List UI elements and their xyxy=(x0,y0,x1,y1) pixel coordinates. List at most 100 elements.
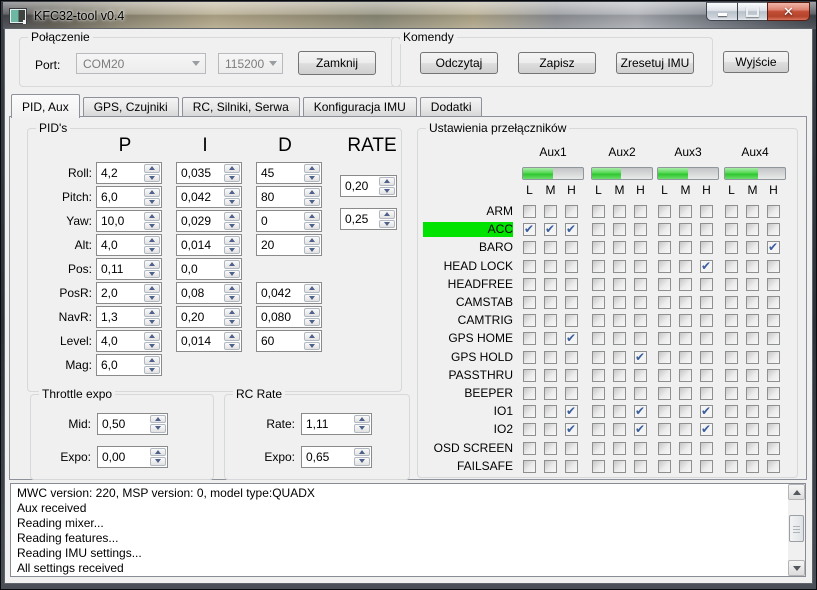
aux-checkbox-io2-aux2-h[interactable] xyxy=(634,423,647,436)
pid-pitch-i-spinner[interactable]: 0,042 xyxy=(176,186,242,208)
aux-checkbox-baro-aux1-l[interactable] xyxy=(523,241,536,254)
aux-checkbox-acc-aux4-m[interactable] xyxy=(746,223,759,236)
exit-button[interactable]: Wyjście xyxy=(723,51,789,73)
aux-checkbox-camstab-aux1-h[interactable] xyxy=(565,296,578,309)
throttle-mid-spinner-up-button[interactable] xyxy=(150,415,166,424)
throttle-expo-spinner[interactable]: 0,00 xyxy=(97,446,168,468)
aux-checkbox-beeper-aux3-h[interactable] xyxy=(700,387,713,400)
aux-checkbox-acc-aux2-h[interactable] xyxy=(634,223,647,236)
pid-roll-i-spinner[interactable]: 0,035 xyxy=(176,162,242,184)
pid-roll-p-spinner-down-button[interactable] xyxy=(144,174,160,183)
close-button[interactable]: ✕ xyxy=(767,2,810,21)
aux-checkbox-beeper-aux4-l[interactable] xyxy=(725,387,738,400)
aux-checkbox-gps-hold-aux3-l[interactable] xyxy=(658,351,671,364)
aux-checkbox-gps-hold-aux1-l[interactable] xyxy=(523,351,536,364)
aux-checkbox-beeper-aux4-m[interactable] xyxy=(746,387,759,400)
tab-rc-silniki-serwa[interactable]: RC, Silniki, Serwa xyxy=(182,97,300,116)
aux-checkbox-failsafe-aux4-l[interactable] xyxy=(725,460,738,473)
pid-yaw-p-spinner[interactable]: 10,0 xyxy=(96,210,162,232)
pid-yaw-p-spinner-down-button[interactable] xyxy=(144,222,160,231)
aux-checkbox-gps-hold-aux1-m[interactable] xyxy=(544,351,557,364)
aux-checkbox-failsafe-aux4-m[interactable] xyxy=(746,460,759,473)
pid-yaw-d-spinner-up-button[interactable] xyxy=(304,212,320,221)
aux-checkbox-failsafe-aux1-h[interactable] xyxy=(565,460,578,473)
aux-checkbox-camstab-aux1-l[interactable] xyxy=(523,296,536,309)
aux-checkbox-headfree-aux2-m[interactable] xyxy=(613,278,626,291)
aux-checkbox-arm-aux4-l[interactable] xyxy=(725,205,738,218)
aux-checkbox-camstab-aux3-m[interactable] xyxy=(679,296,692,309)
aux-checkbox-camstab-aux2-l[interactable] xyxy=(592,296,605,309)
pid-level-p-spinner[interactable]: 4,0 xyxy=(96,330,162,352)
aux-checkbox-headfree-aux2-l[interactable] xyxy=(592,278,605,291)
log-scrollbar[interactable] xyxy=(788,484,805,576)
aux-checkbox-failsafe-aux2-h[interactable] xyxy=(634,460,647,473)
pid-pitch-i-spinner-down-button[interactable] xyxy=(224,198,240,207)
aux-checkbox-arm-aux1-l[interactable] xyxy=(523,205,536,218)
aux-checkbox-passthru-aux3-h[interactable] xyxy=(700,369,713,382)
aux-checkbox-gps-home-aux2-m[interactable] xyxy=(613,332,626,345)
pid-posr-i-spinner[interactable]: 0,08 xyxy=(176,282,242,304)
pid-level-p-spinner-down-button[interactable] xyxy=(144,342,160,351)
rc-rate-spinner-down-button[interactable] xyxy=(354,424,370,433)
pid-alt-i-spinner-up-button[interactable] xyxy=(224,236,240,245)
aux-checkbox-baro-aux1-h[interactable] xyxy=(565,241,578,254)
pid-rate-2-spinner[interactable]: 0,25 xyxy=(340,208,397,230)
aux-checkbox-headfree-aux3-l[interactable] xyxy=(658,278,671,291)
aux-checkbox-gps-hold-aux4-m[interactable] xyxy=(746,351,759,364)
aux-checkbox-camstab-aux4-h[interactable] xyxy=(767,296,780,309)
aux-checkbox-camstab-aux4-l[interactable] xyxy=(725,296,738,309)
aux-checkbox-acc-aux2-m[interactable] xyxy=(613,223,626,236)
aux-checkbox-head-lock-aux4-h[interactable] xyxy=(767,260,780,273)
aux-checkbox-osd-screen-aux2-m[interactable] xyxy=(613,442,626,455)
aux-checkbox-headfree-aux1-h[interactable] xyxy=(565,278,578,291)
pid-roll-p-spinner[interactable]: 4,2 xyxy=(96,162,162,184)
pid-rate-1-spinner[interactable]: 0,20 xyxy=(340,175,397,197)
pid-mag-p-spinner[interactable]: 6,0 xyxy=(96,354,162,376)
aux-checkbox-osd-screen-aux4-h[interactable] xyxy=(767,442,780,455)
aux-checkbox-beeper-aux1-m[interactable] xyxy=(544,387,557,400)
pid-posr-p-spinner-down-button[interactable] xyxy=(144,294,160,303)
aux-checkbox-io1-aux4-h[interactable] xyxy=(767,405,780,418)
aux-checkbox-gps-home-aux3-h[interactable] xyxy=(700,332,713,345)
aux-checkbox-failsafe-aux3-h[interactable] xyxy=(700,460,713,473)
pid-level-d-spinner-down-button[interactable] xyxy=(304,342,320,351)
aux-checkbox-io1-aux1-h[interactable] xyxy=(565,405,578,418)
scrollbar-thumb[interactable] xyxy=(789,515,804,542)
aux-checkbox-failsafe-aux4-h[interactable] xyxy=(767,460,780,473)
aux-checkbox-passthru-aux1-m[interactable] xyxy=(544,369,557,382)
aux-checkbox-head-lock-aux4-l[interactable] xyxy=(725,260,738,273)
aux-checkbox-baro-aux2-m[interactable] xyxy=(613,241,626,254)
aux-checkbox-gps-home-aux2-l[interactable] xyxy=(592,332,605,345)
pid-pitch-d-spinner-down-button[interactable] xyxy=(304,198,320,207)
pid-pitch-d-spinner[interactable]: 80 xyxy=(256,186,322,208)
aux-checkbox-beeper-aux3-l[interactable] xyxy=(658,387,671,400)
pid-yaw-i-spinner-up-button[interactable] xyxy=(224,212,240,221)
throttle-expo-spinner-down-button[interactable] xyxy=(150,457,166,466)
aux-checkbox-osd-screen-aux1-m[interactable] xyxy=(544,442,557,455)
pid-posr-p-spinner-up-button[interactable] xyxy=(144,284,160,293)
aux-checkbox-io2-aux4-h[interactable] xyxy=(767,423,780,436)
aux-checkbox-camtrig-aux3-h[interactable] xyxy=(700,314,713,327)
throttle-mid-spinner[interactable]: 0,50 xyxy=(97,413,168,435)
aux-checkbox-camtrig-aux1-h[interactable] xyxy=(565,314,578,327)
pid-roll-d-spinner-down-button[interactable] xyxy=(304,174,320,183)
aux-checkbox-io1-aux1-m[interactable] xyxy=(544,405,557,418)
pid-level-d-spinner-up-button[interactable] xyxy=(304,332,320,341)
aux-checkbox-io2-aux2-l[interactable] xyxy=(592,423,605,436)
aux-checkbox-gps-hold-aux3-h[interactable] xyxy=(700,351,713,364)
pid-navr-d-spinner-up-button[interactable] xyxy=(304,308,320,317)
aux-checkbox-camtrig-aux3-l[interactable] xyxy=(658,314,671,327)
pid-navr-p-spinner-up-button[interactable] xyxy=(144,308,160,317)
read-button[interactable]: Odczytaj xyxy=(420,52,498,74)
rc-expo-spinner-up-button[interactable] xyxy=(354,448,370,457)
tab-konfiguracja-imu[interactable]: Konfiguracja IMU xyxy=(303,97,417,116)
pid-pos-p-spinner-up-button[interactable] xyxy=(144,260,160,269)
aux-checkbox-gps-home-aux4-l[interactable] xyxy=(725,332,738,345)
pid-posr-d-spinner-up-button[interactable] xyxy=(304,284,320,293)
aux-checkbox-gps-hold-aux4-l[interactable] xyxy=(725,351,738,364)
pid-alt-i-spinner-down-button[interactable] xyxy=(224,246,240,255)
aux-checkbox-io2-aux3-h[interactable] xyxy=(700,423,713,436)
aux-checkbox-passthru-aux1-l[interactable] xyxy=(523,369,536,382)
aux-checkbox-arm-aux2-m[interactable] xyxy=(613,205,626,218)
aux-checkbox-baro-aux1-m[interactable] xyxy=(544,241,557,254)
